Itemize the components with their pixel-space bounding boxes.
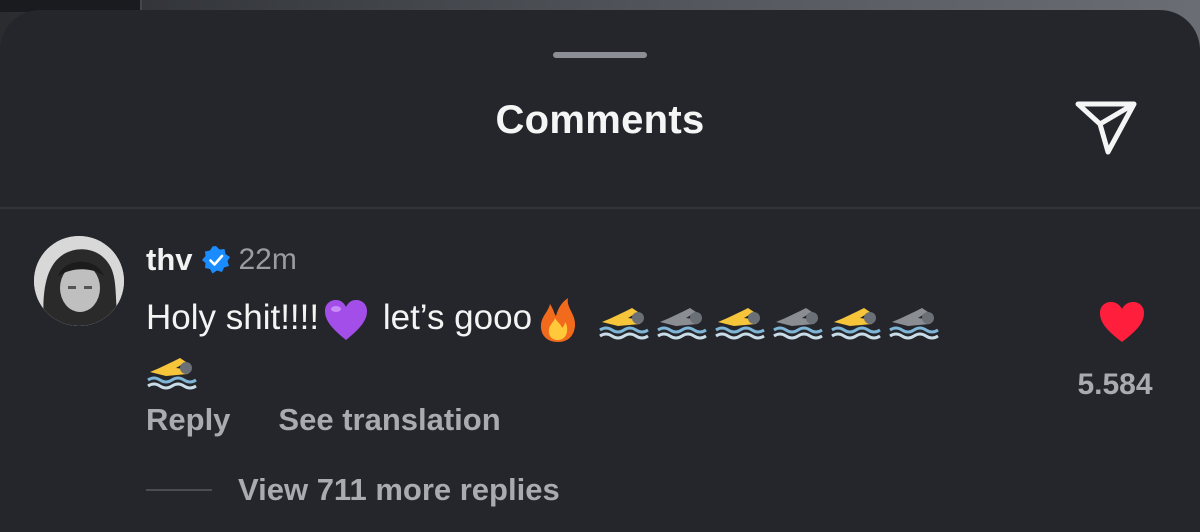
like-button[interactable] (1098, 300, 1146, 344)
like-count: 5.584 (1077, 368, 1153, 401)
username[interactable]: thv (146, 242, 193, 278)
purple-heart-emoji (325, 299, 368, 340)
swimmer-emoji (599, 307, 649, 340)
view-replies-label: View 711 more replies (238, 472, 560, 507)
swimmer-emoji (889, 307, 939, 340)
comment-text-part1: Holy shit!!!! (146, 298, 320, 337)
avatar[interactable] (34, 236, 124, 326)
swimmer-emoji (657, 307, 707, 340)
comment-timestamp: 22m (238, 243, 297, 276)
comments-sheet: Comments thv 22m Holy shit!!!! let’s goo… (0, 10, 1200, 532)
view-replies-link[interactable]: View 711 more replies (146, 472, 560, 508)
reply-button[interactable]: Reply (146, 402, 230, 438)
replies-indent-line (146, 489, 212, 491)
paper-plane-icon (1075, 101, 1137, 155)
share-button[interactable] (1070, 90, 1142, 162)
swimmer-emoji (147, 357, 197, 389)
swimmer-emoji (715, 307, 765, 340)
header-divider (0, 207, 1200, 209)
heart-icon (1100, 302, 1144, 342)
see-translation-link[interactable]: See translation (278, 402, 500, 438)
swimmer-emoji (831, 307, 881, 340)
comment-actions: Reply See translation (146, 402, 501, 438)
drag-handle[interactable] (553, 52, 647, 58)
comment-text-part2: let’s gooo (373, 298, 533, 337)
verified-badge-icon (201, 246, 230, 274)
sheet-title: Comments (495, 98, 705, 142)
swimmer-emoji (773, 307, 823, 340)
comment-header: thv 22m (146, 240, 297, 280)
fire-emoji (540, 297, 576, 342)
comment-body: Holy shit!!!! let’s gooo (146, 294, 1046, 392)
